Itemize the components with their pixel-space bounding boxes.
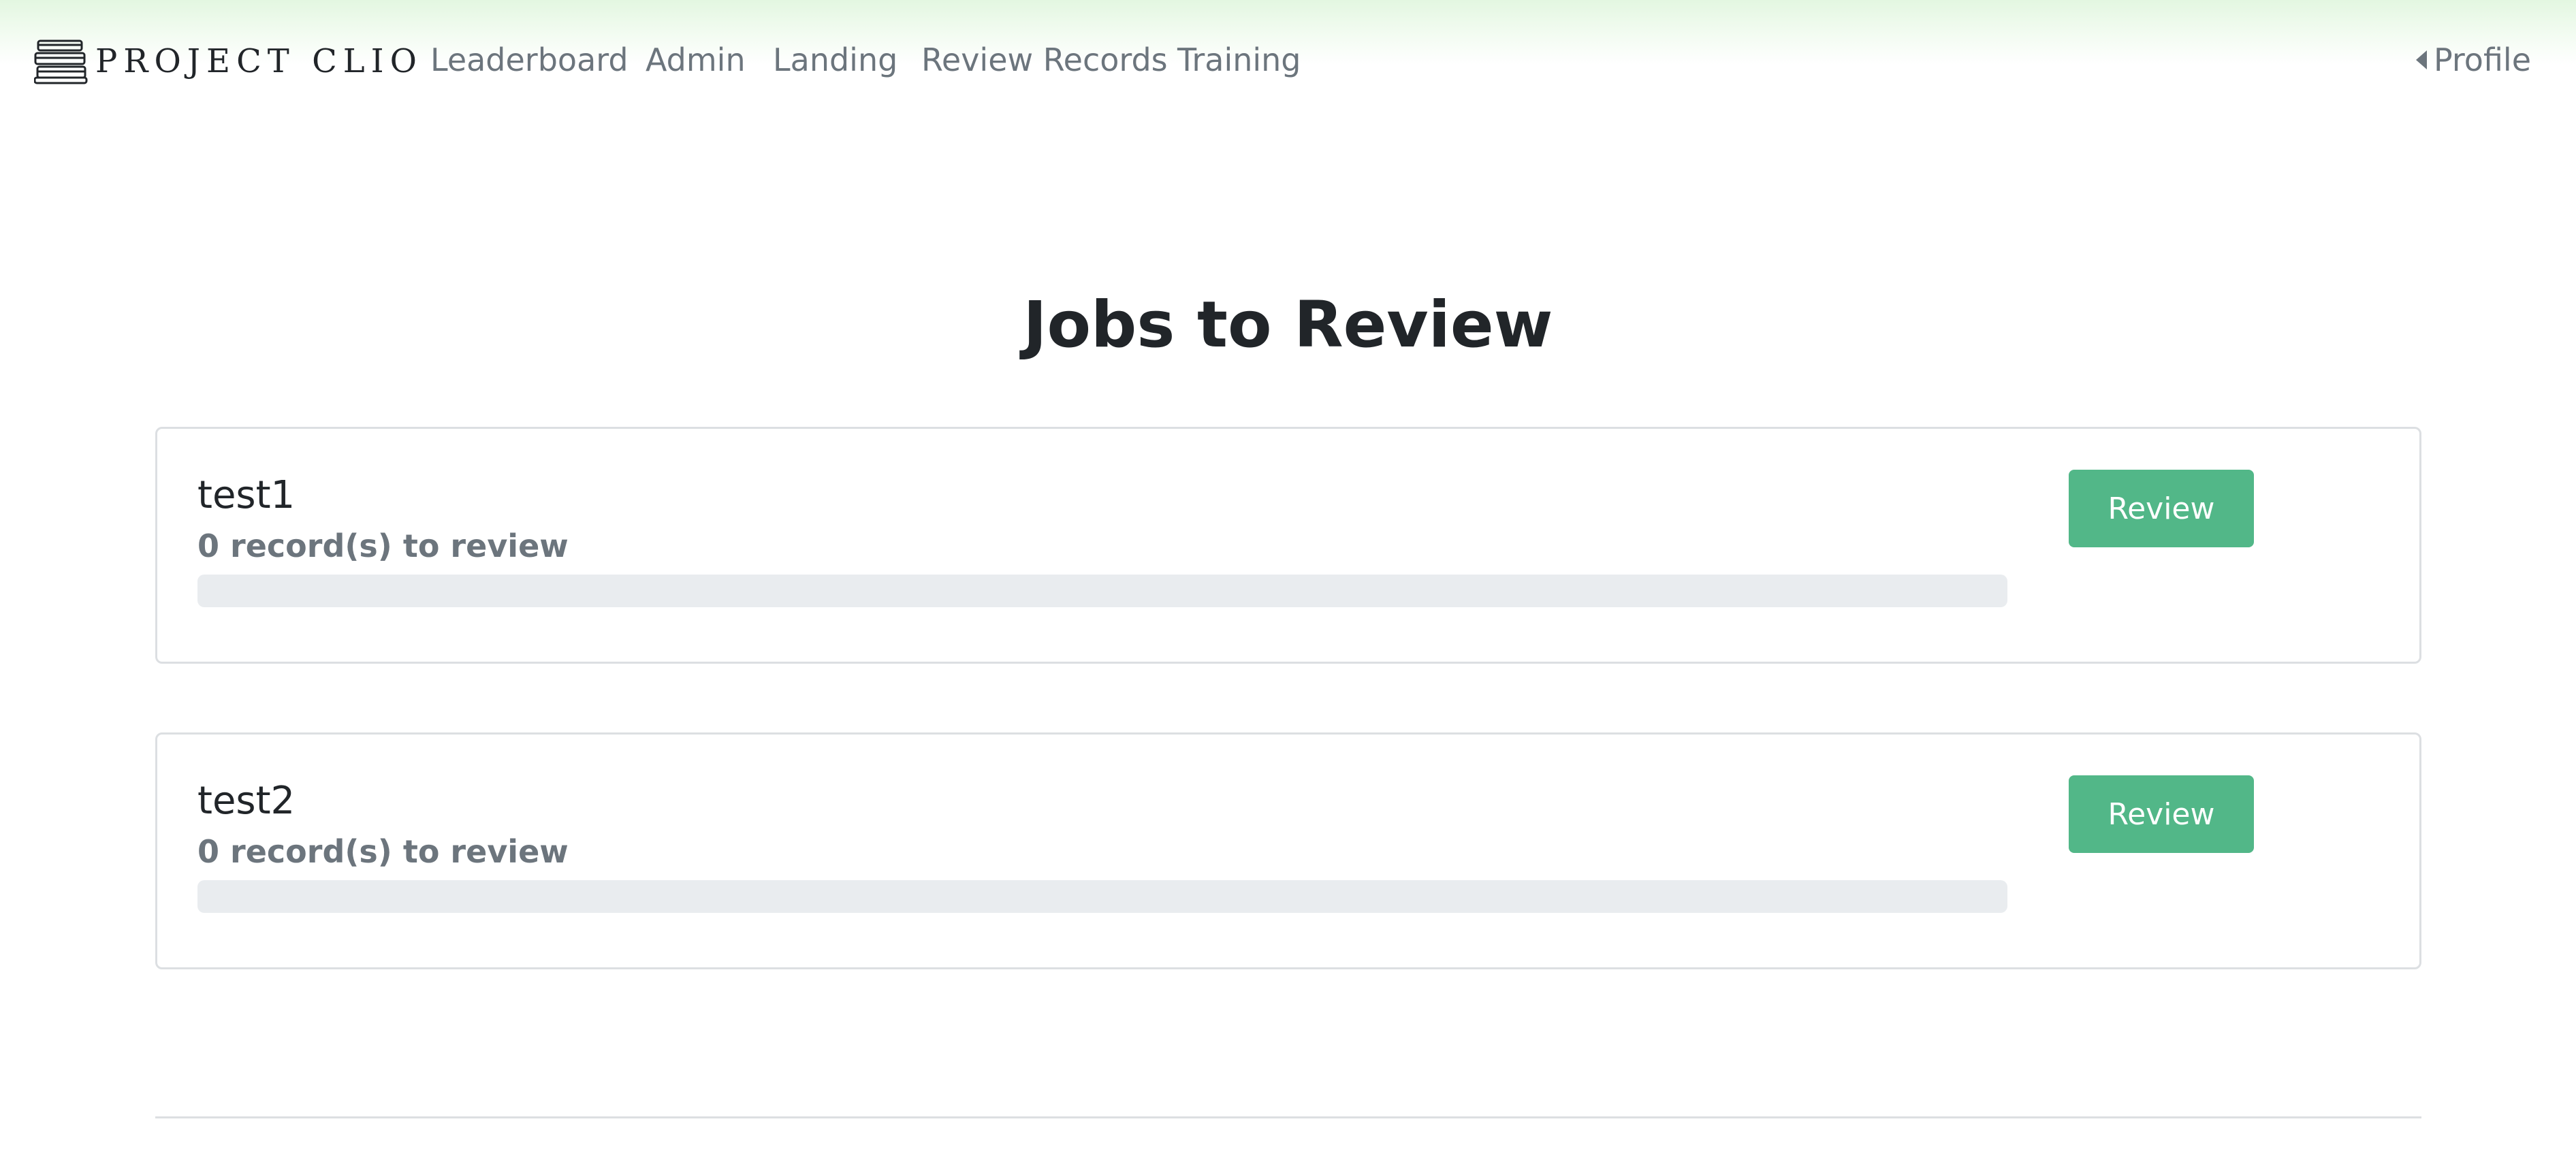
job-card: test2 0 record(s) to review Review xyxy=(155,732,2421,969)
nav-link-training[interactable]: Training xyxy=(1177,39,1301,80)
job-records-count: 0 record(s) to review xyxy=(197,528,569,564)
footer-divider xyxy=(155,1116,2421,1118)
review-button[interactable]: Review xyxy=(2069,470,2254,547)
nav-link-leaderboard[interactable]: Leaderboard xyxy=(430,39,629,80)
review-button[interactable]: Review xyxy=(2069,775,2254,853)
job-name: test1 xyxy=(197,473,296,517)
profile-label: Profile xyxy=(2433,42,2531,78)
brand-name: PROJECT CLIO xyxy=(95,42,423,80)
job-progress-bar xyxy=(197,880,2007,913)
caret-left-icon xyxy=(2415,50,2427,69)
page-title: Jobs to Review xyxy=(1023,288,1553,362)
job-name: test2 xyxy=(197,779,296,823)
top-navbar: PROJECT CLIO Leaderboard Admin Landing R… xyxy=(0,0,2576,123)
job-records-count: 0 record(s) to review xyxy=(197,833,569,870)
profile-dropdown[interactable]: Profile xyxy=(2415,39,2531,80)
nav-link-admin[interactable]: Admin xyxy=(646,39,746,80)
book-stack-icon xyxy=(34,39,88,84)
nav-link-review-records[interactable]: Review Records xyxy=(921,39,1168,80)
job-progress-bar xyxy=(197,575,2007,607)
nav-link-landing[interactable]: Landing xyxy=(773,39,897,80)
brand-logo[interactable]: PROJECT CLIO xyxy=(34,34,423,88)
job-card: test1 0 record(s) to review Review xyxy=(155,427,2421,664)
